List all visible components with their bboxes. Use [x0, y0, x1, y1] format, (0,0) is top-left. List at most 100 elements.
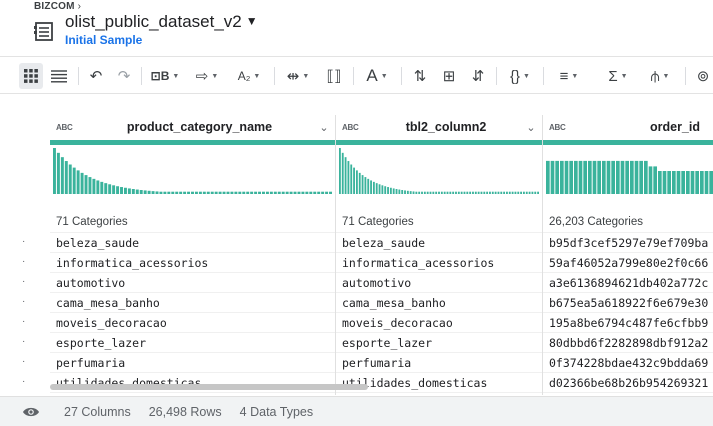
histogram-bar[interactable] — [648, 166, 653, 194]
histogram-bar[interactable] — [469, 191, 472, 194]
table-cell[interactable]: 59af46052a799e80e2f0c66 — [543, 252, 713, 272]
histogram-bar[interactable] — [676, 171, 681, 194]
histogram-bar[interactable] — [466, 191, 469, 194]
histogram-bar[interactable] — [449, 191, 452, 194]
histogram-bar[interactable] — [344, 157, 347, 194]
histogram-bar[interactable] — [218, 191, 222, 194]
histogram-bar[interactable] — [68, 164, 72, 194]
histogram-bar[interactable] — [116, 186, 120, 194]
histogram-bar[interactable] — [625, 160, 629, 194]
histogram-bar[interactable] — [634, 160, 639, 194]
histogram-bar[interactable] — [525, 191, 528, 194]
table-cell[interactable]: cama_mesa_banho — [336, 392, 542, 395]
histogram-bar[interactable] — [269, 191, 273, 194]
histogram[interactable] — [546, 148, 713, 194]
histogram-bar[interactable] — [550, 160, 555, 194]
table-cell[interactable]: d42e3ef23e0f4b2d5f812b — [543, 392, 713, 395]
histogram-bar[interactable] — [686, 171, 690, 194]
histogram-bar[interactable] — [546, 160, 550, 194]
histogram-bar[interactable] — [531, 191, 534, 194]
transform-a-button[interactable]: ⇅ — [408, 63, 432, 89]
histogram-bar[interactable] — [194, 191, 198, 194]
histogram-bar[interactable] — [653, 166, 657, 194]
histogram-bar[interactable] — [528, 191, 531, 194]
histogram-bar[interactable] — [429, 191, 432, 194]
histogram-bar[interactable] — [480, 191, 483, 194]
table-cell[interactable]: 0f374228bdae432c9bdda69 — [543, 352, 713, 372]
histogram-bar[interactable] — [457, 191, 460, 194]
histogram-bar[interactable] — [242, 191, 246, 194]
histogram-bar[interactable] — [583, 160, 587, 194]
histogram-bar[interactable] — [432, 191, 435, 194]
column-header[interactable]: ABC tbl2_column2 ⌄ — [336, 115, 542, 139]
histogram-bar[interactable] — [494, 191, 497, 194]
table-cell[interactable]: 195a8be6794c487fe6cfbb9 — [543, 312, 713, 332]
histogram-bar[interactable] — [620, 160, 625, 194]
histogram-bar[interactable] — [226, 191, 230, 194]
histogram-bar[interactable] — [438, 191, 440, 194]
horizontal-scrollbar[interactable] — [50, 384, 368, 390]
histogram-bar[interactable] — [313, 191, 317, 194]
breadcrumb-label[interactable]: BIZCOM — [34, 1, 75, 12]
histogram-bar[interactable] — [452, 191, 455, 194]
histogram-bar[interactable] — [179, 191, 183, 194]
rename-button[interactable]: A₂ ▼ — [232, 63, 266, 89]
table-cell[interactable]: b675ea5a618922f6e679e30 — [543, 292, 713, 312]
histogram-bar[interactable] — [560, 160, 564, 194]
histogram-bar[interactable] — [381, 185, 384, 194]
data-quality-bar[interactable] — [543, 140, 713, 145]
histogram-bar[interactable] — [667, 171, 671, 194]
histogram-bar[interactable] — [474, 191, 477, 194]
table-cell[interactable]: informatica_acessorios — [50, 252, 335, 272]
histogram-bar[interactable] — [404, 190, 406, 194]
chevron-down-icon[interactable]: ▼ — [246, 14, 258, 28]
table-cell[interactable]: perfumaria — [336, 352, 542, 372]
histogram-bar[interactable] — [384, 186, 387, 194]
histogram-bar[interactable] — [191, 191, 194, 194]
histogram-bar[interactable] — [246, 191, 250, 194]
histogram-bar[interactable] — [147, 190, 151, 194]
histogram-bar[interactable] — [389, 187, 392, 194]
table-cell[interactable]: a3e6136894621db402a772c — [543, 272, 713, 292]
chevron-down-icon[interactable]: ⌄ — [520, 121, 542, 134]
text-button[interactable]: A ▼ — [360, 63, 394, 89]
histogram-bar[interactable] — [198, 191, 202, 194]
table-cell[interactable]: moveis_decoracao — [50, 312, 335, 332]
column-tbl2-column2[interactable]: ABC tbl2_column2 ⌄ 71 Categories beleza_… — [336, 115, 543, 395]
histogram-bar[interactable] — [418, 191, 421, 194]
histogram-bar[interactable] — [347, 161, 350, 194]
histogram-bar[interactable] — [398, 189, 401, 194]
table-cell[interactable]: automotivo — [50, 272, 335, 292]
histogram-bar[interactable] — [139, 190, 143, 194]
histogram-bar[interactable] — [120, 187, 123, 194]
column-product-category-name[interactable]: ABC product_category_name ⌄ 71 Categorie… — [50, 115, 336, 395]
histogram-bar[interactable] — [155, 191, 159, 194]
histogram-bar[interactable] — [56, 152, 60, 194]
list-view-button[interactable] — [47, 63, 71, 89]
histogram-bar[interactable] — [183, 191, 187, 194]
histogram-bar[interactable] — [658, 171, 662, 194]
data-quality-bar[interactable] — [336, 140, 542, 145]
histogram-bar[interactable] — [574, 160, 578, 194]
histogram-bar[interactable] — [606, 160, 611, 194]
table-cell[interactable]: automotivo — [336, 272, 542, 292]
table-cell[interactable]: cama_mesa_banho — [50, 292, 335, 312]
histogram-bar[interactable] — [329, 191, 332, 194]
histogram-bar[interactable] — [361, 175, 364, 194]
histogram-bar[interactable] — [483, 191, 486, 194]
histogram-bar[interactable] — [616, 160, 620, 194]
histogram-bar[interactable] — [355, 170, 358, 194]
table-cell[interactable]: cama_mesa_banho — [336, 292, 542, 312]
histogram-bar[interactable] — [262, 191, 265, 194]
histogram-bar[interactable] — [234, 191, 238, 194]
column-name[interactable]: product_category_name — [86, 120, 313, 134]
dataset-title-text[interactable]: olist_public_dataset_v2 — [65, 12, 242, 31]
table-cell[interactable]: esporte_lazer — [50, 332, 335, 352]
histogram-bar[interactable] — [378, 184, 381, 194]
histogram-bar[interactable] — [578, 160, 583, 194]
table-cell[interactable]: esporte_lazer — [336, 332, 542, 352]
structure-button[interactable]: {} ▼ — [503, 63, 537, 89]
column-type-button[interactable]: ⊡B ▼ — [148, 63, 182, 89]
histogram-bar[interactable] — [511, 191, 514, 194]
histogram-bar[interactable] — [108, 184, 112, 194]
